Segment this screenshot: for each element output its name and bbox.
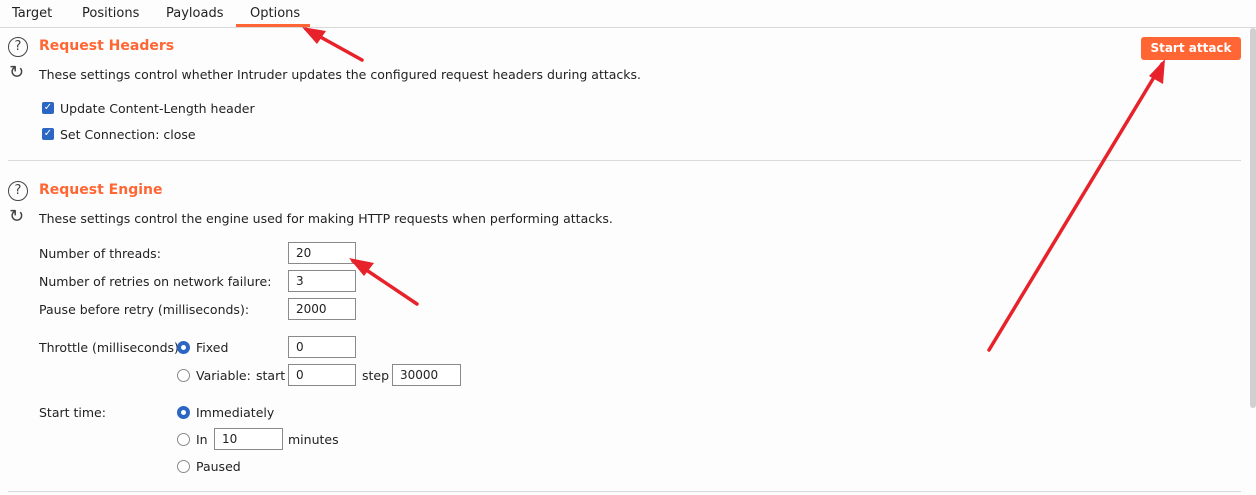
annotation-arrows (302, 27, 1165, 352)
arrowhead (302, 27, 326, 44)
arrow-line (987, 62, 1164, 352)
